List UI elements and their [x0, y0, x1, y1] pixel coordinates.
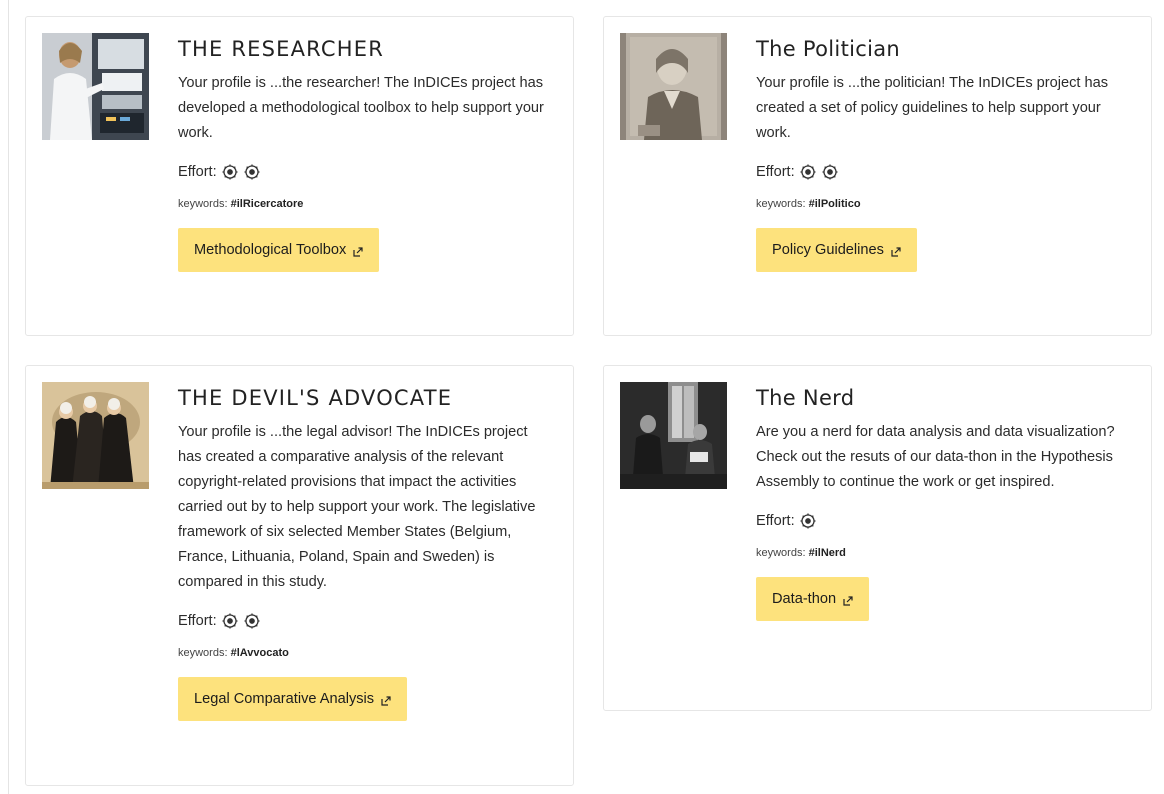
card-description: Are you a nerd for data analysis and dat… — [756, 424, 1115, 490]
external-link-icon — [843, 594, 853, 606]
gear-icon — [799, 163, 817, 181]
effort-label: Effort: — [178, 164, 217, 180]
keywords-row: keywords: #ilNerd — [756, 545, 1132, 561]
data-thon-button[interactable]: Data-thon — [756, 577, 870, 621]
card-title: THE RESEARCHER — [178, 37, 385, 61]
effort-label: Effort: — [756, 513, 795, 529]
profile-card-politician: The Politician Your profile is ...the po… — [603, 16, 1152, 336]
effort-row: Effort: — [756, 161, 1132, 183]
external-link-icon — [381, 694, 391, 706]
button-label: Methodological Toolbox — [194, 242, 347, 258]
card-title: THE DEVIL'S ADVOCATE — [178, 386, 453, 410]
card-title: The Politician — [756, 37, 900, 61]
card-description: Your profile is ...the politician! The I… — [756, 75, 1109, 141]
keywords-row: keywords: #ilRicercatore — [178, 196, 554, 212]
external-link-icon — [891, 245, 901, 257]
button-label: Data-thon — [772, 591, 837, 607]
politician-engraving — [620, 33, 727, 140]
card-title: The Nerd — [756, 386, 855, 410]
keyword-tag[interactable]: #ilRicercatore — [231, 198, 304, 210]
profile-card-researcher: THE RESEARCHER Your profile is ...the re… — [25, 16, 574, 336]
legal-comparative-analysis-button[interactable]: Legal Comparative Analysis — [178, 677, 408, 721]
effort-row: Effort: — [178, 610, 554, 632]
keywords-label: keywords: — [756, 198, 806, 210]
profile-card-nerd: The Nerd Are you a nerd for data analysi… — [603, 365, 1152, 711]
nerd-photo — [620, 382, 727, 489]
keywords-row: keywords: #ilPolitico — [756, 196, 1132, 212]
profile-card-devils-advocate: THE DEVIL'S ADVOCATE Your profile is ...… — [25, 365, 574, 786]
effort-row: Effort: — [756, 510, 1132, 532]
methodological-toolbox-button[interactable]: Methodological Toolbox — [178, 228, 380, 272]
keywords-row: keywords: #lAvvocato — [178, 645, 554, 661]
keywords-label: keywords: — [756, 547, 806, 559]
effort-row: Effort: — [178, 161, 554, 183]
gear-icon — [821, 163, 839, 181]
gear-icon — [221, 163, 239, 181]
gear-icon — [243, 612, 261, 630]
effort-label: Effort: — [178, 613, 217, 629]
keyword-tag[interactable]: #ilPolitico — [809, 198, 861, 210]
keywords-label: keywords: — [178, 647, 228, 659]
keywords-label: keywords: — [178, 198, 228, 210]
button-label: Policy Guidelines — [772, 242, 884, 258]
lawyers-caricature — [42, 382, 149, 489]
keyword-tag[interactable]: #lAvvocato — [231, 647, 289, 659]
external-link-icon — [353, 245, 363, 257]
gear-icon — [221, 612, 239, 630]
card-description: Your profile is ...the researcher! The I… — [178, 75, 544, 141]
card-description: Your profile is ...the legal advisor! Th… — [178, 424, 536, 590]
keyword-tag[interactable]: #ilNerd — [809, 547, 846, 559]
researcher-photo — [42, 33, 149, 140]
policy-guidelines-button[interactable]: Policy Guidelines — [756, 228, 917, 272]
gear-icon — [799, 512, 817, 530]
effort-label: Effort: — [756, 164, 795, 180]
gear-icon — [243, 163, 261, 181]
page-divider — [8, 0, 9, 794]
button-label: Legal Comparative Analysis — [194, 691, 375, 707]
